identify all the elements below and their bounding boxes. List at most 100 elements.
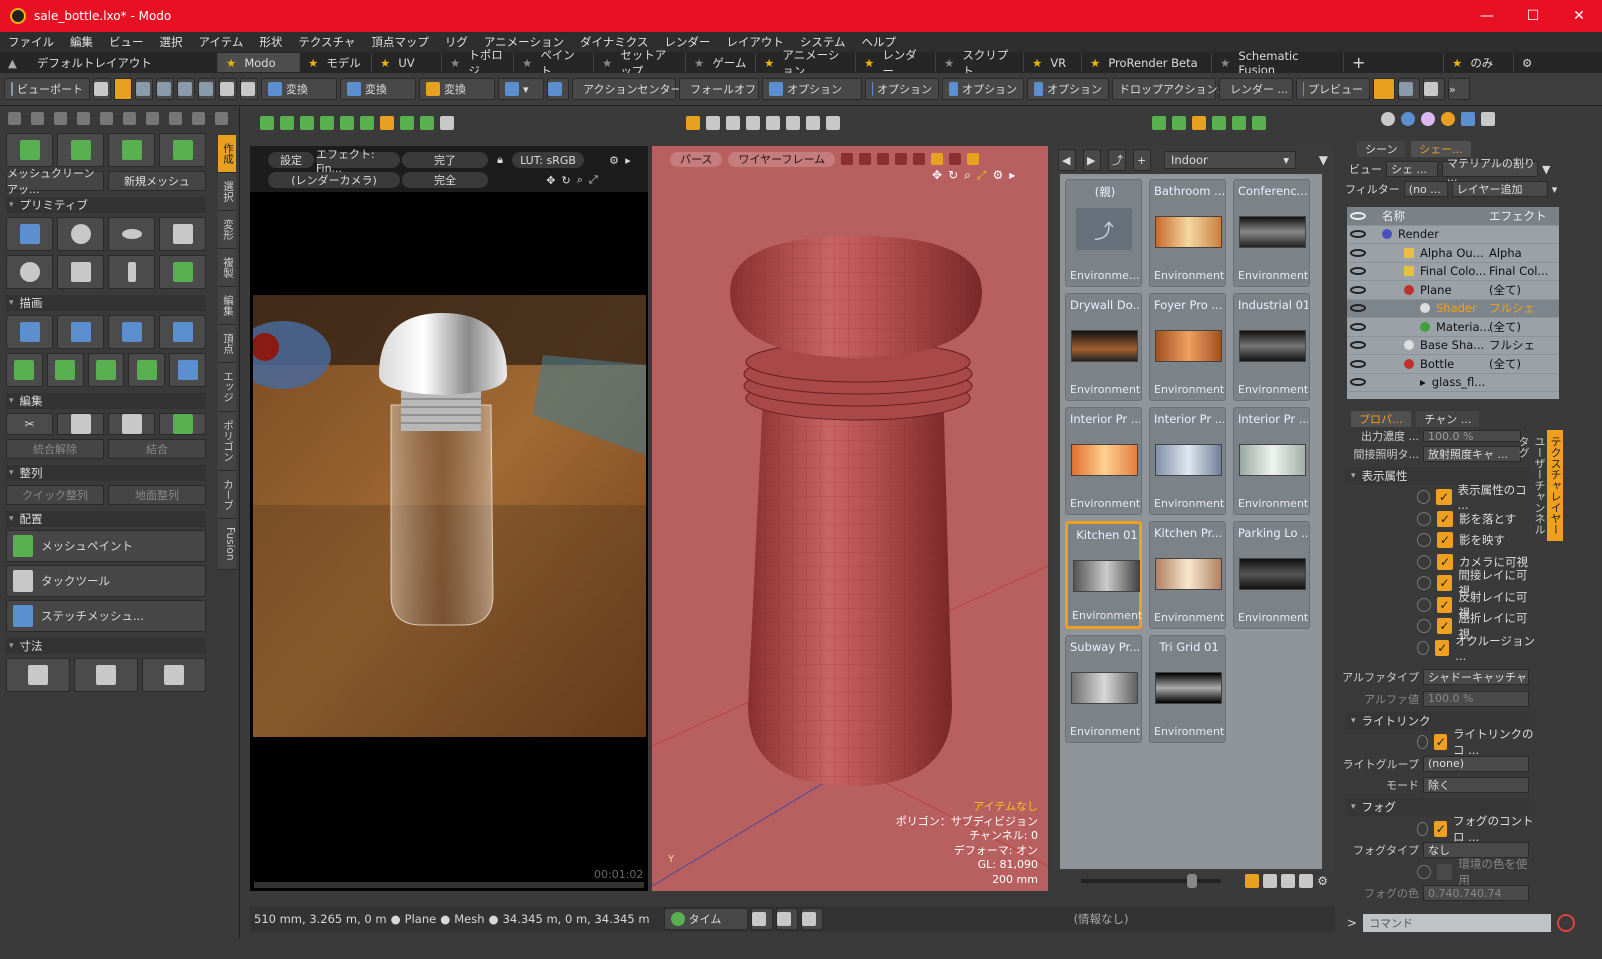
cast-shadow-check[interactable]: ✓ 影を落とす bbox=[1341, 508, 1537, 530]
tab-setup[interactable]: ★ セットアップ bbox=[594, 48, 686, 78]
preset-folder-dropdown[interactable]: Indoor ▾ bbox=[1164, 151, 1296, 169]
bezier-button[interactable] bbox=[159, 315, 206, 349]
fit-icon[interactable]: ⤢ bbox=[589, 173, 598, 187]
preset-card[interactable]: (親) ⤴ Environme... bbox=[1065, 179, 1142, 287]
preset-card[interactable]: Bathroom ... Environment bbox=[1149, 179, 1226, 287]
mode-button[interactable] bbox=[219, 78, 237, 100]
layout-button[interactable] bbox=[775, 908, 798, 930]
tab-prorender[interactable]: ★ ProRender Beta bbox=[1082, 53, 1212, 72]
preview-button[interactable]: プレビュー bbox=[1296, 78, 1370, 100]
tree-row-selected[interactable]: Shader フルシェ bbox=[1347, 299, 1559, 318]
text-primitive-button[interactable] bbox=[159, 255, 206, 289]
close-button[interactable]: ✕ bbox=[1556, 0, 1602, 32]
filter-icon[interactable]: ▼ bbox=[1542, 163, 1550, 176]
indirect-type-dropdown[interactable]: 放射照度キャ ... bbox=[1423, 445, 1521, 462]
display-icon[interactable] bbox=[949, 153, 962, 165]
tab-model[interactable]: ★ モデル bbox=[300, 53, 372, 72]
environment-icon[interactable] bbox=[1461, 112, 1475, 126]
tab-render[interactable]: ★ レンダー bbox=[856, 48, 936, 78]
select-mode-icon[interactable] bbox=[260, 116, 274, 130]
tab-curve[interactable]: カーブ bbox=[218, 470, 236, 519]
eye-icon[interactable] bbox=[1350, 359, 1366, 368]
maximize-button[interactable]: ☐ bbox=[1510, 0, 1556, 32]
add-icon[interactable]: + bbox=[1133, 149, 1151, 171]
falloff-button[interactable]: フォールオフ bbox=[679, 78, 759, 100]
view-dropdown[interactable]: シェ ... bbox=[1386, 161, 1438, 177]
preset-card[interactable]: Industrial 01 Environment bbox=[1233, 293, 1310, 401]
copy-button[interactable] bbox=[57, 413, 104, 435]
cylinder-button[interactable] bbox=[57, 255, 104, 289]
cube-button[interactable] bbox=[6, 217, 53, 251]
play-icon[interactable]: ▸ bbox=[622, 152, 634, 168]
display-icon[interactable] bbox=[877, 153, 890, 165]
measure-icon[interactable] bbox=[766, 116, 780, 130]
sphere-button[interactable] bbox=[57, 217, 104, 251]
move-tool-button[interactable] bbox=[57, 133, 104, 167]
mode-button-active[interactable] bbox=[114, 78, 132, 100]
tab-game[interactable]: ★ ゲーム bbox=[686, 53, 756, 72]
layout-icon[interactable] bbox=[686, 116, 700, 130]
stitch-mesh-button[interactable]: ステッチメッシュ... bbox=[6, 600, 206, 632]
panel-icon[interactable] bbox=[100, 111, 113, 125]
grid-view-icon[interactable] bbox=[1245, 874, 1260, 888]
edge-icon[interactable] bbox=[300, 116, 314, 130]
preset-card[interactable]: Parking Lo ... Environment bbox=[1233, 521, 1310, 629]
plane-button[interactable] bbox=[57, 315, 104, 349]
item-icon[interactable] bbox=[360, 116, 374, 130]
checkbox-checked[interactable]: ✓ bbox=[1435, 639, 1450, 656]
shader-ball-icon[interactable] bbox=[1421, 112, 1435, 126]
material-ball-icon[interactable] bbox=[1381, 112, 1395, 126]
filter-dropdown[interactable]: (no ... bbox=[1403, 181, 1448, 197]
display-icon[interactable] bbox=[967, 153, 980, 165]
image-icon[interactable] bbox=[1212, 116, 1226, 130]
move-icon[interactable]: ✥ bbox=[546, 174, 555, 187]
minimize-button[interactable]: — bbox=[1464, 0, 1510, 32]
mode-button[interactable] bbox=[156, 78, 174, 100]
polygon-icon[interactable] bbox=[320, 116, 334, 130]
zoom-icon[interactable] bbox=[440, 116, 454, 130]
torus-button[interactable] bbox=[6, 255, 53, 289]
mode-button[interactable] bbox=[240, 78, 258, 100]
lut-dropdown[interactable]: LUT: sRGB bbox=[512, 152, 584, 168]
expand-arrow-icon[interactable]: ▸ bbox=[1420, 375, 1426, 389]
record-icon[interactable] bbox=[1557, 914, 1576, 932]
polygon-button[interactable] bbox=[108, 315, 155, 349]
panel-icon[interactable] bbox=[8, 111, 21, 125]
option-button-1[interactable]: オプション bbox=[762, 78, 862, 100]
primitive-section[interactable]: プリミティブ bbox=[6, 197, 206, 213]
cut-button[interactable]: ✂ bbox=[6, 413, 53, 435]
tab-user-channels[interactable]: ユーザーチャンネル bbox=[1531, 430, 1547, 541]
layout-button[interactable] bbox=[750, 908, 773, 930]
transform-tool-button[interactable] bbox=[6, 133, 53, 167]
more-button[interactable]: » bbox=[1448, 78, 1470, 100]
play-icon[interactable]: ▸ bbox=[1009, 168, 1015, 183]
capsule-vertical-button[interactable] bbox=[108, 255, 155, 289]
add-layer-dropdown[interactable]: レイヤー追加 bbox=[1451, 181, 1548, 197]
lasso-button[interactable] bbox=[198, 78, 216, 100]
gear-icon[interactable]: ⚙ bbox=[1317, 874, 1328, 888]
tab-edge[interactable]: エッジ bbox=[218, 363, 236, 412]
shield-button[interactable] bbox=[547, 78, 569, 100]
menu-geometry[interactable]: 形状 bbox=[251, 34, 290, 50]
tree-row[interactable]: Base Sha... フルシェ bbox=[1347, 337, 1559, 355]
capsule-button[interactable] bbox=[108, 217, 155, 251]
menu-edit[interactable]: 編集 bbox=[62, 34, 101, 50]
render-camera-dropdown[interactable]: (レンダーカメラ) bbox=[268, 172, 400, 188]
center-icon[interactable] bbox=[400, 116, 414, 130]
menu-item[interactable]: アイテム bbox=[191, 34, 252, 50]
paste-button[interactable] bbox=[108, 413, 155, 435]
pivot-icon[interactable] bbox=[380, 116, 394, 130]
material-assign-dropdown[interactable]: マテリアルの割り ... bbox=[1442, 157, 1538, 184]
light-group-dropdown[interactable]: (none) bbox=[1423, 755, 1529, 772]
display-icon[interactable] bbox=[841, 153, 854, 165]
person-icon[interactable] bbox=[931, 153, 944, 165]
mesh-paint-button[interactable]: メッシュペイント bbox=[6, 530, 206, 562]
list-view-icon[interactable] bbox=[1281, 874, 1296, 888]
env-color-check[interactable]: 環境の色を使用 bbox=[1341, 857, 1537, 887]
preset-card[interactable]: Conferenc... Environment bbox=[1233, 179, 1310, 287]
checkbox-checked[interactable]: ✓ bbox=[1436, 596, 1453, 613]
preset-card[interactable]: Drywall Do... Environment bbox=[1065, 293, 1142, 401]
mode-button[interactable] bbox=[93, 78, 111, 100]
checkbox-checked[interactable]: ✓ bbox=[1436, 489, 1452, 506]
tab-deform[interactable]: 変形 bbox=[218, 211, 236, 249]
